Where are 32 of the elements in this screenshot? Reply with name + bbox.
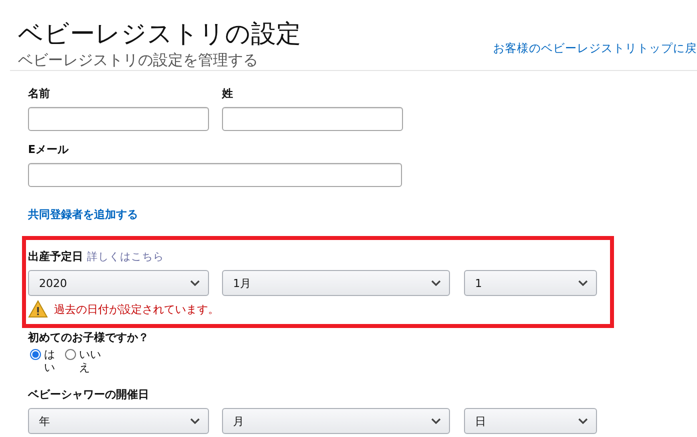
- dropdown[interactable]: 2020: [28, 270, 209, 296]
- dropdown[interactable]: 年: [28, 408, 209, 434]
- warning-icon: [28, 300, 48, 318]
- caret-icon: [578, 418, 588, 424]
- email-field[interactable]: [28, 163, 402, 187]
- radio-button[interactable]: [30, 349, 41, 360]
- field-label: ベビーシャワーの開催日: [28, 388, 150, 401]
- radio-label[interactable]: いいえ: [79, 348, 103, 374]
- caret-icon: [431, 418, 441, 424]
- dropdown[interactable]: 1月: [222, 270, 450, 296]
- caret-icon: [190, 280, 200, 286]
- text-field[interactable]: [222, 107, 403, 131]
- field-label: 姓: [222, 87, 234, 100]
- field-label: 初めてのお子様ですか？: [28, 331, 150, 344]
- caret-icon: [190, 418, 200, 424]
- caret-icon: [578, 280, 588, 286]
- field-label: 出産予定日: [28, 250, 83, 263]
- caret-icon: [431, 280, 441, 286]
- radio-button[interactable]: [65, 349, 76, 360]
- add-coregistrant-link[interactable]: 共同登録者を追加する: [28, 207, 138, 222]
- help-link[interactable]: 詳しくはこちら: [87, 250, 164, 264]
- page-title: ベビーレジストリの設定: [18, 18, 301, 50]
- dropdown[interactable]: 月: [222, 408, 450, 434]
- warning-message: 過去の日付が設定されています。: [54, 302, 219, 316]
- page-subtitle: ベビーレジストリの設定を管理する: [18, 50, 259, 70]
- radio-label[interactable]: はい: [44, 348, 57, 374]
- field-label: 名前: [28, 87, 51, 100]
- back-link[interactable]: お客様のベビーレジストリトップに戻: [493, 41, 697, 56]
- dropdown[interactable]: 日: [464, 408, 597, 434]
- dropdown[interactable]: 1: [464, 270, 597, 296]
- text-field[interactable]: [28, 107, 209, 131]
- field-label: Eメール: [28, 143, 70, 156]
